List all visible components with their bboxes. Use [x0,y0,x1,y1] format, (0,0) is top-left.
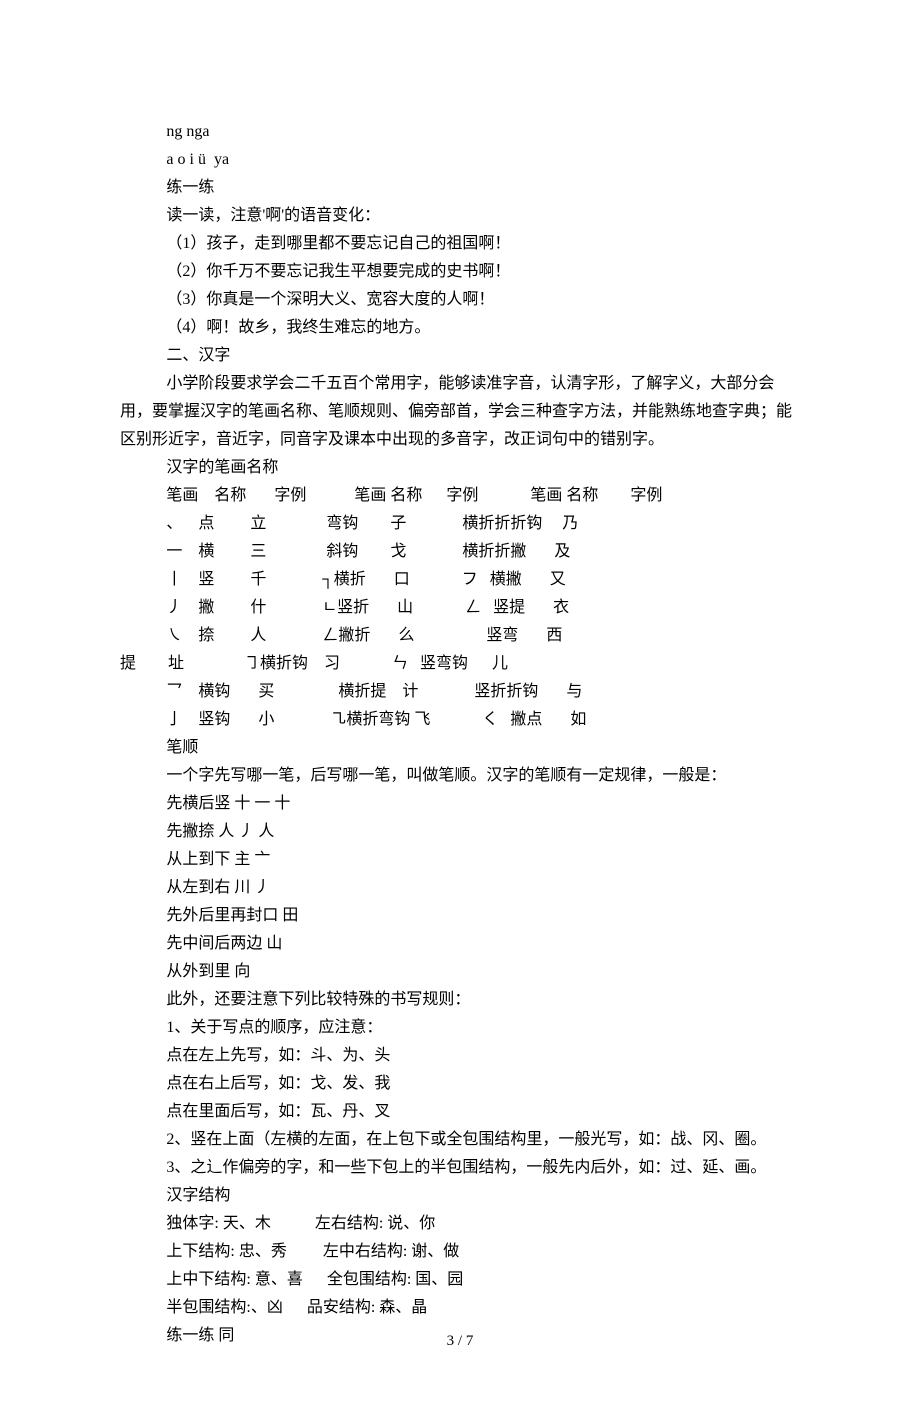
subsection-heading: 汉字结构 [120,1182,800,1210]
text-line: 读一读，注意'啊'的语音变化： [120,202,800,230]
text-line: 点在右上后写，如：戈、发、我 [120,1070,800,1098]
table-row: 乛 横钩 买 横折提 计 竖折折钩 与 [120,678,800,706]
table-row: 丿 撇 什 ㄴ竖折 山 ㄥ 竖提 衣 [120,594,800,622]
text-line: 此外，还要注意下列比较特殊的书写规则： [120,986,800,1014]
text-line: 从左到右 川 丿 [120,874,800,902]
text-line: 先撇捺 人 丿 人 [120,818,800,846]
text-line: 上下结构: 忠、秀 左中右结构: 谢、做 [120,1238,800,1266]
text-line: 点在里面后写，如：瓦、丹、叉 [120,1098,800,1126]
text-line: （4）啊！故乡，我终生难忘的地方。 [120,314,800,342]
table-row: 亅 竖钩 小 ㇈横折弯钩 飞 く 撇点 如 [120,706,800,734]
text-line: （2）你千万不要忘记我生平想要完成的史书啊！ [120,258,800,286]
text-line: ng nga [120,118,800,146]
text-line: 先中间后两边 山 [120,930,800,958]
paragraph: 小学阶段要求学会二千五百个常用字，能够读准字音，认清字形，了解字义，大部分会用，… [120,370,800,454]
table-row: 一 横 三 斜钩 戈 横折折撇 及 [120,538,800,566]
table-row: 丨 竖 千 ┐横折 口 フ 横撇 又 [120,566,800,594]
text-line: 3、之辶作偏旁的字，和一些下包上的半包围结构，一般先内后外，如：过、延、画。 [120,1154,800,1182]
text-line: 1、关于写点的顺序，应注意： [120,1014,800,1042]
table-row: ㇏ 捺 人 ㄥ撇折 么 竖弯 西 [120,622,800,650]
text-line: 先横后竖 十 一 十 [120,790,800,818]
text-line: （1）孩子，走到哪里都不要忘记自己的祖国啊！ [120,230,800,258]
subsection-heading: 笔顺 [120,734,800,762]
text-line: （3）你真是一个深明大义、宽容大度的人啊！ [120,286,800,314]
text-line: 半包围结构:、凶 品安结构: 森、晶 [120,1294,800,1322]
page-number: 3 / 7 [0,1328,920,1354]
subsection-heading: 汉字的笔画名称 [120,454,800,482]
table-row: 提 址 ㇆横折钩 习 ㄣ 竖弯钩 儿 [120,650,800,678]
text-line: 上中下结构: 意、喜 全包围结构: 国、园 [120,1266,800,1294]
page-container: ng nga a o i ü ya 练一练 读一读，注意'啊'的语音变化： （1… [0,0,920,1410]
text-line: 独体字: 天、木 左右结构: 说、你 [120,1210,800,1238]
text-line: 练一练 [120,174,800,202]
text-line: 从上到下 主 亠 [120,846,800,874]
text-line: a o i ü ya [120,146,800,174]
table-header: 笔画 名称 字例 笔画 名称 字例 笔画 名称 字例 [120,482,800,510]
text-line: 2、竖在上面（左横的左面，在上包下或全包围结构里，一般光写，如：战、冈、圈。 [120,1126,800,1154]
section-heading: 二、汉字 [120,342,800,370]
text-line: 一个字先写哪一笔，后写哪一笔，叫做笔顺。汉字的笔顺有一定规律，一般是： [120,762,800,790]
table-row: 、 点 立 弯钩 子 横折折折钩 乃 [120,510,800,538]
text-line: 从外到里 向 [120,958,800,986]
text-line: 先外后里再封口 田 [120,902,800,930]
text-line: 点在左上先写，如：斗、为、头 [120,1042,800,1070]
